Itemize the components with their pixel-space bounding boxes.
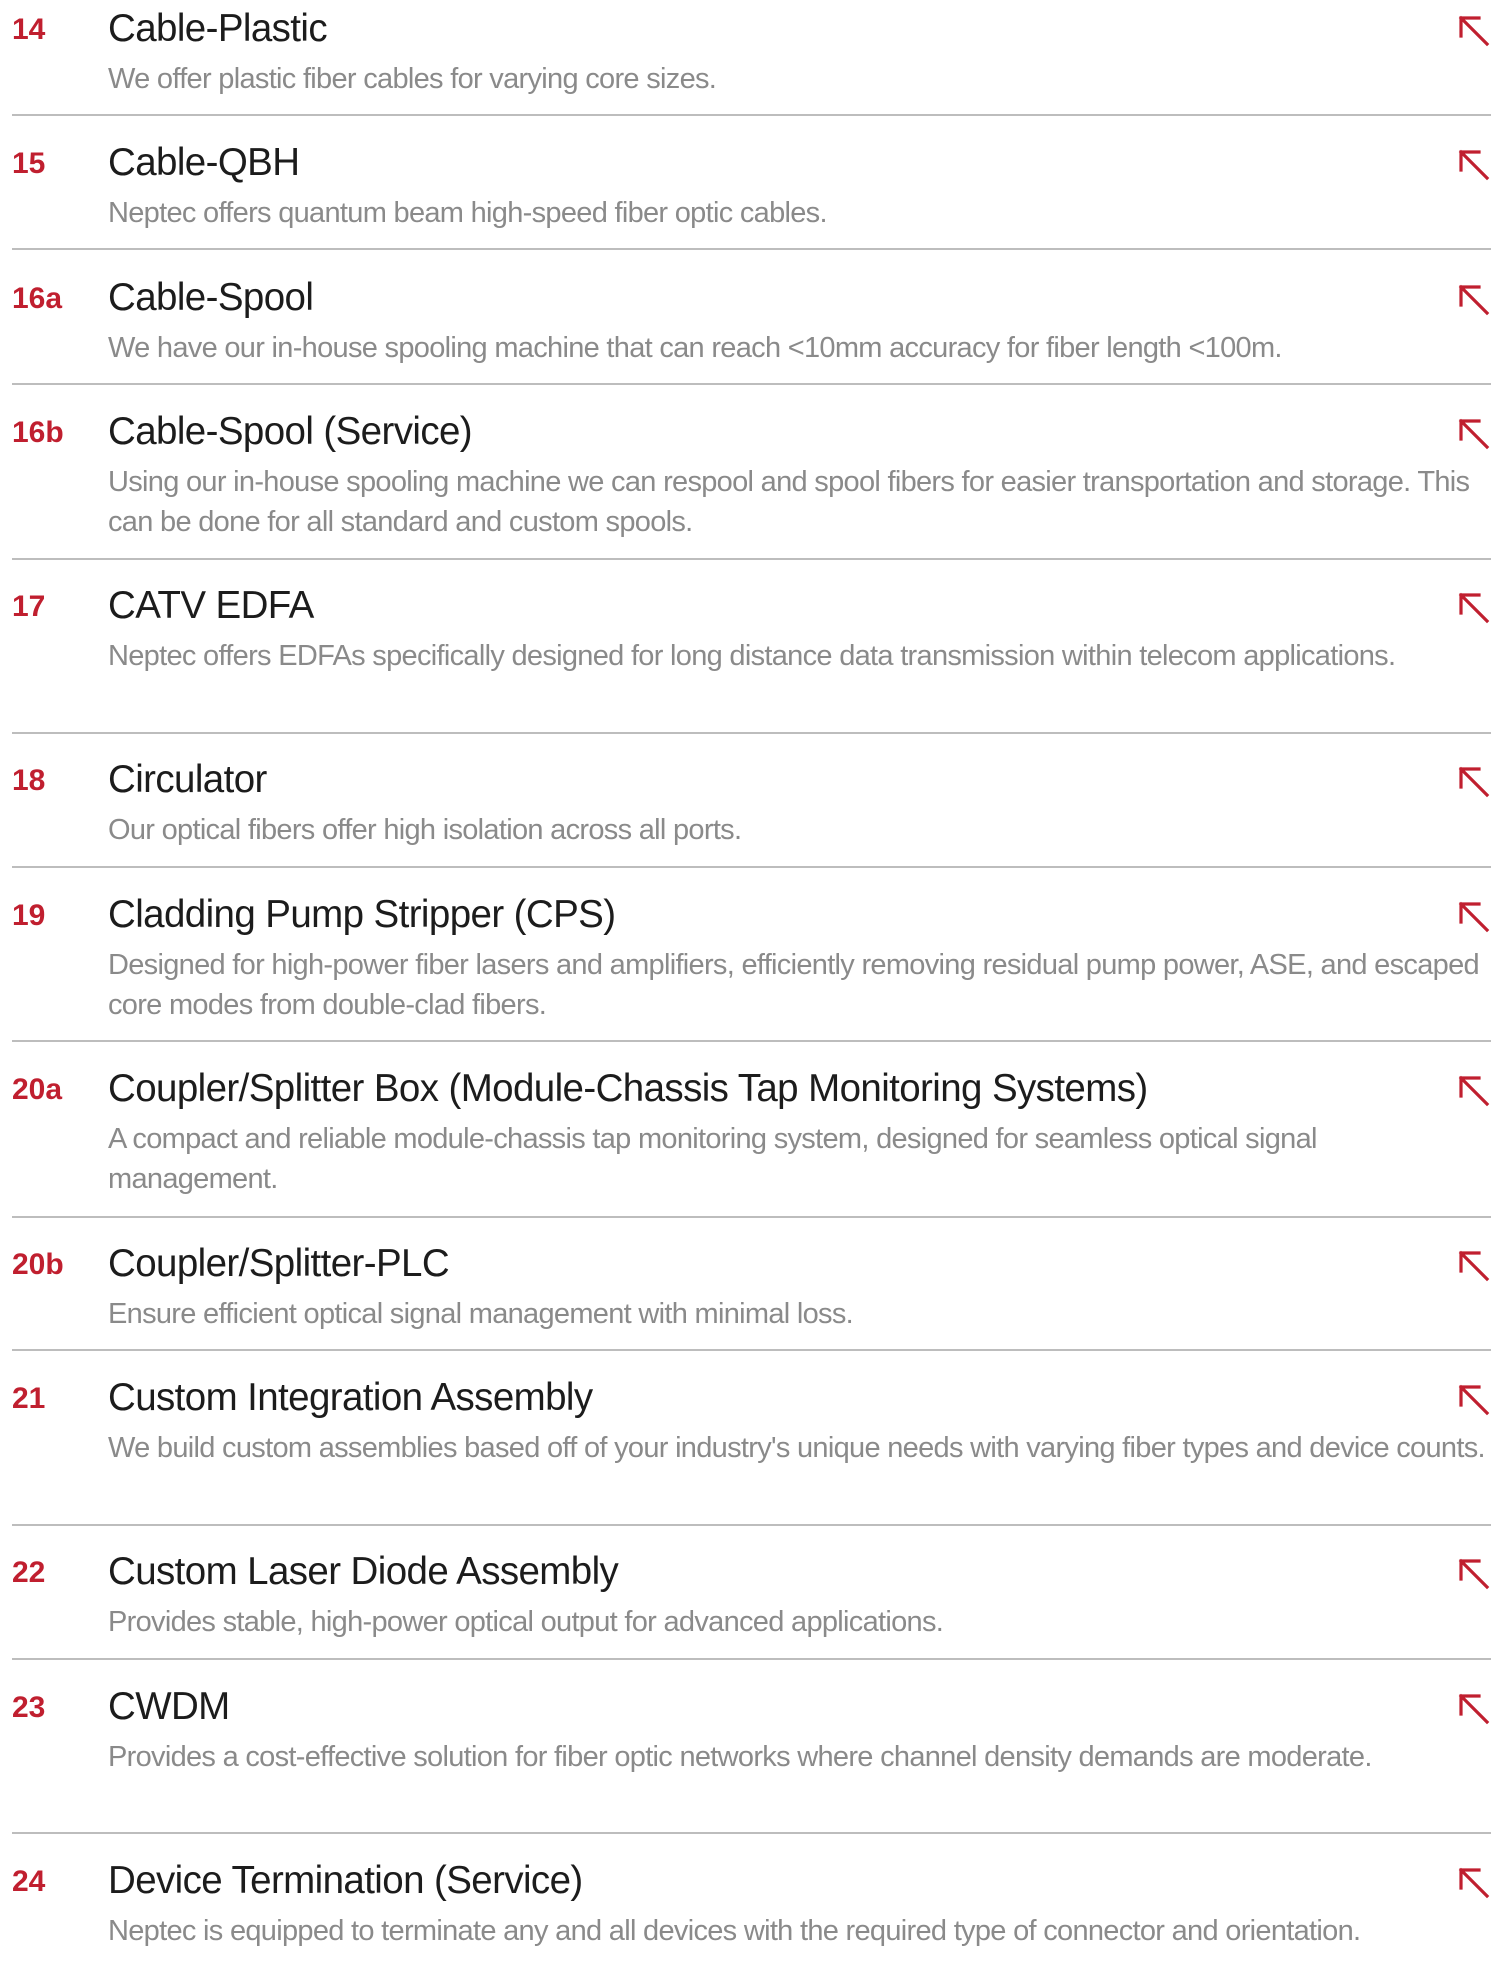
item-title[interactable]: Custom Integration Assembly	[108, 1369, 593, 1427]
arrow-up-left-icon[interactable]	[1455, 898, 1491, 934]
arrow-up-left-icon[interactable]	[1455, 763, 1491, 799]
arrow-up-left-icon[interactable]	[1455, 1072, 1491, 1108]
arrow-up-left-icon[interactable]	[1455, 415, 1491, 451]
item-description: Using our in-house spooling machine we c…	[108, 466, 1470, 538]
item-title[interactable]: Custom Laser Diode Assembly	[108, 1543, 619, 1601]
arrow-up-left-icon[interactable]	[1455, 146, 1491, 182]
item-number: 23	[12, 1691, 46, 1724]
item-title[interactable]: Device Termination (Service)	[108, 1852, 583, 1910]
arrow-up-left-icon[interactable]	[1455, 1247, 1491, 1283]
divider	[12, 114, 1491, 116]
item-description: We build custom assemblies based off of …	[108, 1432, 1486, 1464]
divider	[12, 866, 1491, 868]
arrow-up-left-icon[interactable]	[1455, 1690, 1491, 1726]
item-description: Designed for high-power fiber lasers and…	[108, 949, 1480, 1021]
divider	[12, 1658, 1491, 1660]
item-number: 19	[12, 899, 46, 932]
item-number: 14	[12, 13, 46, 46]
arrow-up-left-icon[interactable]	[1455, 12, 1491, 48]
arrow-up-left-icon[interactable]	[1455, 1864, 1491, 1900]
item-title[interactable]: Cable-Spool	[108, 269, 314, 327]
item-description: Neptec offers EDFAs specifically designe…	[108, 640, 1396, 672]
item-title[interactable]: Cladding Pump Stripper (CPS)	[108, 886, 616, 944]
item-number: 21	[12, 1382, 46, 1415]
divider	[12, 248, 1491, 250]
divider	[12, 1040, 1491, 1042]
item-title[interactable]: Cable-Spool (Service)	[108, 403, 473, 461]
item-description: We have our in-house spooling machine th…	[108, 332, 1282, 364]
item-description: Provides stable, high-power optical outp…	[108, 1606, 944, 1638]
item-number: 16a	[12, 282, 63, 315]
item-number: 20a	[12, 1073, 63, 1106]
item-number: 18	[12, 764, 46, 797]
divider	[12, 1832, 1491, 1834]
item-title[interactable]: Coupler/Splitter-PLC	[108, 1235, 450, 1293]
arrow-up-left-icon[interactable]	[1455, 589, 1491, 625]
divider	[12, 558, 1491, 560]
divider	[12, 383, 1491, 385]
item-description: Neptec is equipped to terminate any and …	[108, 1915, 1361, 1947]
item-title[interactable]: Coupler/Splitter Box (Module-Chassis Tap…	[108, 1060, 1148, 1118]
item-number: 16b	[12, 416, 64, 449]
divider	[12, 1216, 1491, 1218]
divider	[12, 732, 1491, 734]
arrow-up-left-icon[interactable]	[1455, 281, 1491, 317]
arrow-up-left-icon[interactable]	[1455, 1555, 1491, 1591]
divider	[12, 1349, 1491, 1351]
item-description: Neptec offers quantum beam high-speed fi…	[108, 197, 828, 229]
item-number: 24	[12, 1865, 46, 1898]
item-description: Provides a cost-effective solution for f…	[108, 1741, 1372, 1773]
item-title[interactable]: Cable-QBH	[108, 134, 300, 192]
item-number: 15	[12, 147, 46, 180]
item-title[interactable]: CWDM	[108, 1678, 230, 1736]
item-title[interactable]: Circulator	[108, 751, 267, 809]
item-title[interactable]: CATV EDFA	[108, 577, 314, 635]
item-number: 20b	[12, 1248, 64, 1281]
item-description: Ensure efficient optical signal manageme…	[108, 1298, 854, 1330]
item-description: We offer plastic fiber cables for varyin…	[108, 63, 717, 95]
arrow-up-left-icon[interactable]	[1455, 1381, 1491, 1417]
item-title[interactable]: Cable-Plastic	[108, 0, 328, 58]
item-description: Our optical fibers offer high isolation …	[108, 814, 742, 846]
item-description: A compact and reliable module-chassis ta…	[108, 1123, 1317, 1195]
divider	[12, 1524, 1491, 1526]
item-number: 17	[12, 590, 46, 623]
item-number: 22	[12, 1556, 46, 1589]
